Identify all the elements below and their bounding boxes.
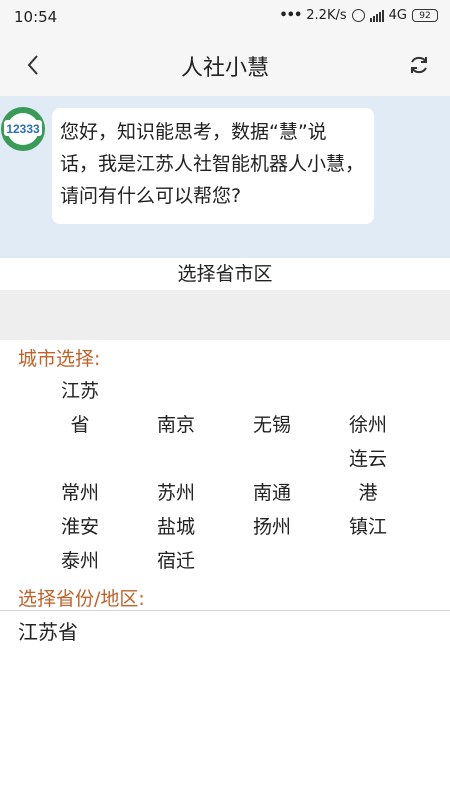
city-select-label: 城市选择: <box>18 348 101 370</box>
city-item-nanjing[interactable]: 南京 <box>128 408 224 442</box>
city-label: 连云港 <box>348 448 387 504</box>
city-item-zhenjiang[interactable]: 镇江 <box>320 510 416 544</box>
status-indicators: ••• 2.2K/s 4G 92 <box>279 8 438 23</box>
status-bar: 10:54 ••• 2.2K/s 4G 92 <box>0 0 450 34</box>
city-item-huaian[interactable]: 淮安 <box>32 510 128 544</box>
divider <box>0 610 450 611</box>
bot-avatar: 12333 <box>0 106 46 152</box>
page-title: 人社小慧 <box>180 56 269 81</box>
status-time: 10:54 <box>14 8 58 26</box>
city-item-taizhou[interactable]: 泰州 <box>32 544 128 578</box>
city-label: 江苏省 <box>60 380 99 436</box>
city-item-yangzhou[interactable]: 扬州 <box>224 510 320 544</box>
city-item-wuxi[interactable]: 无锡 <box>224 408 320 442</box>
12333-logo-icon: 12333 <box>1 107 45 151</box>
city-item-yancheng[interactable]: 盐城 <box>128 510 224 544</box>
panel-title: 选择省市区 <box>177 263 273 285</box>
city-item-suqian[interactable]: 宿迁 <box>128 544 224 578</box>
city-item-suzhou[interactable]: 苏州 <box>128 476 224 510</box>
avatar-logo-text: 12333 <box>6 122 40 136</box>
refresh-icon <box>411 56 427 74</box>
refresh-button[interactable] <box>404 50 434 80</box>
city-item-changzhou[interactable]: 常州 <box>32 476 128 510</box>
city-item-lianyungang[interactable]: 连云港 <box>320 442 416 510</box>
more-dots-icon: ••• <box>279 8 302 23</box>
placeholder-strip <box>0 290 450 340</box>
bot-message-bubble: 您好，知识能思考，数据“慧”说话，我是江苏人社智能机器人小慧，请问有什么可以帮您… <box>52 108 374 224</box>
city-item-xuzhou[interactable]: 徐州 <box>320 408 416 442</box>
province-select-label: 选择省份/地区: <box>18 588 145 610</box>
battery-icon: 92 <box>412 9 438 22</box>
city-item-jiangsu[interactable]: 江苏省 <box>32 374 128 442</box>
city-item-nantong[interactable]: 南通 <box>224 476 320 510</box>
province-value[interactable]: 江苏省 <box>18 616 78 645</box>
chat-area: 12333 您好，知识能思考，数据“慧”说话，我是江苏人社智能机器人小慧，请问有… <box>0 96 450 258</box>
network-type: 4G <box>388 8 407 23</box>
signal-icon <box>369 9 384 22</box>
network-speed: 2.2K/s <box>306 8 347 23</box>
alarm-icon <box>351 9 365 22</box>
header-bar: 人社小慧 <box>0 34 450 96</box>
region-panel: 选择省市区 城市选择: 江苏省 南京 无锡 徐州 常州 苏州 南通 连云港 淮安… <box>0 258 450 800</box>
